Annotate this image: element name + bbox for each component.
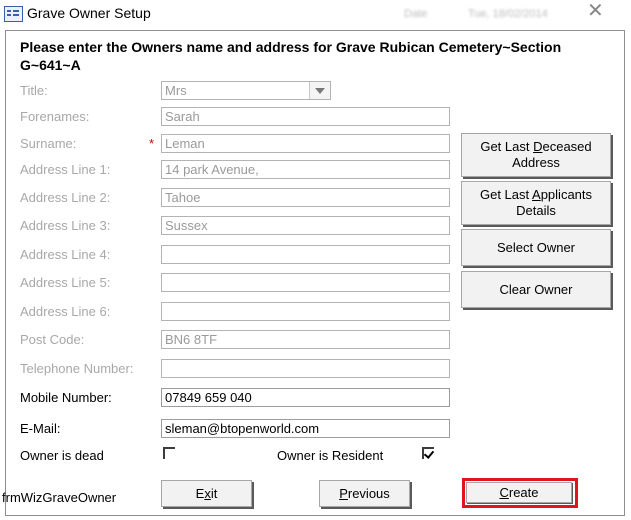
- title-bar: Grave Owner Setup Date Tue, 18/02/2014 ✕: [0, 0, 631, 28]
- address-line-3-label: Address Line 3:: [20, 218, 111, 233]
- access-key: P: [339, 485, 348, 501]
- required-marker: *: [149, 136, 155, 151]
- owner-resident-label: Owner is Resident: [277, 448, 384, 463]
- forenames-label: Forenames:: [20, 109, 90, 124]
- button-text: E: [195, 485, 205, 501]
- button-text: Get Last: [480, 139, 534, 154]
- title-select[interactable]: Mrs: [161, 81, 331, 100]
- email-field[interactable]: sleman@btopenworld.com: [161, 419, 450, 438]
- mobile-field[interactable]: 07849 659 040: [161, 388, 450, 407]
- close-icon[interactable]: ✕: [587, 0, 604, 23]
- address-line-1-field[interactable]: 14 park Avenue,: [161, 160, 450, 179]
- button-text: Address: [512, 155, 560, 170]
- address-line-5-label: Address Line 5:: [20, 275, 111, 290]
- address-line-6-label: Address Line 6:: [20, 304, 111, 319]
- clear-owner-button[interactable]: Clear Owner: [461, 271, 611, 308]
- address-line-4-label: Address Line 4:: [20, 247, 111, 262]
- button-text: Details: [516, 203, 556, 218]
- address-line-6-field[interactable]: [161, 302, 450, 321]
- owner-dead-checkbox[interactable]: [163, 447, 175, 459]
- header-line-2: G~641~A: [20, 57, 81, 73]
- get-last-deceased-address-button[interactable]: Get Last Deceased Address: [461, 133, 611, 177]
- post-code-field[interactable]: BN6 8TF: [161, 330, 450, 349]
- chevron-down-icon[interactable]: [309, 82, 330, 99]
- form-icon: [4, 6, 23, 22]
- surname-label: Surname:: [20, 136, 77, 151]
- address-line-2-label: Address Line 2:: [20, 190, 111, 205]
- address-line-3-field[interactable]: Sussex: [161, 216, 450, 235]
- form-header: Please enter the Owners name and address…: [20, 38, 610, 74]
- telephone-label: Telephone Number:: [20, 361, 134, 376]
- telephone-field[interactable]: [161, 359, 450, 378]
- form-name-label: frmWizGraveOwner: [2, 490, 117, 505]
- button-text: revious: [347, 485, 390, 501]
- previous-button[interactable]: Previous: [319, 480, 410, 507]
- title-label: Title:: [20, 83, 48, 98]
- button-text: eceased: [542, 139, 592, 154]
- mobile-label: Mobile Number:: [20, 390, 112, 405]
- header-line-1: Please enter the Owners name and address…: [20, 39, 562, 55]
- select-owner-button[interactable]: Select Owner: [461, 229, 611, 266]
- button-text: pplicants: [540, 187, 593, 202]
- create-highlight-box: [462, 478, 578, 508]
- forenames-field[interactable]: Sarah: [161, 107, 450, 126]
- address-line-4-field[interactable]: [161, 245, 450, 264]
- surname-field[interactable]: Leman: [161, 134, 450, 153]
- get-last-applicants-details-button[interactable]: Get Last Applicants Details: [461, 181, 611, 225]
- date-value: Tue, 18/02/2014: [468, 8, 548, 20]
- exit-button[interactable]: Ex it: [161, 480, 252, 507]
- window-title: Grave Owner Setup: [27, 5, 151, 21]
- date-label: Date: [404, 8, 428, 20]
- button-text: it: [210, 485, 218, 501]
- address-line-1-label: Address Line 1:: [20, 162, 111, 177]
- access-key: A: [532, 187, 541, 202]
- address-line-5-field[interactable]: [161, 273, 450, 292]
- owner-dead-label: Owner is dead: [20, 448, 104, 463]
- address-line-2-field[interactable]: Tahoe: [161, 188, 450, 207]
- email-label: E-Mail:: [20, 421, 61, 436]
- button-text: Get Last: [479, 187, 533, 202]
- title-select-value: Mrs: [165, 83, 187, 98]
- post-code-label: Post Code:: [20, 332, 85, 347]
- owner-resident-checkbox[interactable]: [422, 447, 434, 459]
